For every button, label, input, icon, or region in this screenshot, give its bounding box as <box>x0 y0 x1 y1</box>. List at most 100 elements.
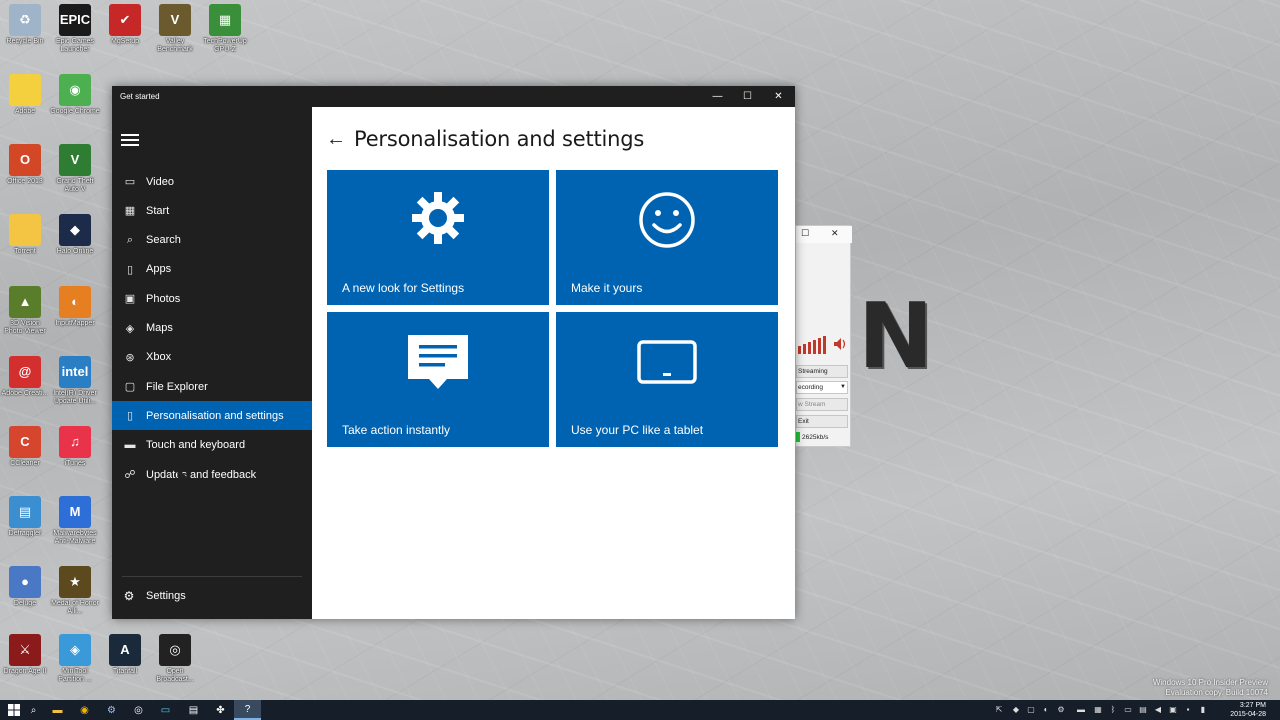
xbox-icon: ⊛ <box>125 351 135 364</box>
tray-app-icon[interactable]: ◆ <box>1011 705 1021 715</box>
tray-app-icon[interactable]: ▢ <box>1026 705 1036 715</box>
sidebar-item-settings[interactable]: ⚙ Settings <box>112 582 312 610</box>
tray-power-icon[interactable]: ▮ <box>1198 705 1208 715</box>
desktop-icon[interactable]: ♫ iTunes <box>50 426 100 468</box>
desktop-app-icon: ▲ <box>9 286 41 318</box>
get-started-window[interactable]: Get started — ☐ ✕ ▭ Video ▦ Start ⌕ Search ▯ Ap… <box>112 86 795 619</box>
sidebar-item-photos[interactable]: ▣ Photos <box>112 284 312 313</box>
sidebar-item-video[interactable]: ▭ Video <box>112 167 312 196</box>
desktop-icon[interactable]: M Malwarebytes Anti-Malware <box>50 496 100 546</box>
tray-bluetooth-icon[interactable]: ᛒ <box>1108 705 1118 715</box>
tile-label: Take action instantly <box>342 423 451 437</box>
desktop-icon[interactable]: Torrent <box>0 214 50 256</box>
taskbar-clock[interactable]: 3:27 PM 2015-04-28 <box>1230 701 1266 719</box>
desktop-icon[interactable]: ◆ Halo Online <box>50 214 100 256</box>
desktop-icon[interactable]: ● Deluge <box>0 566 50 608</box>
desktop-app-icon: ⚔ <box>9 634 41 666</box>
tile-take-action[interactable]: Take action instantly <box>327 312 549 447</box>
desktop-icon[interactable]: ▦ TechPowerUp GPU-Z <box>200 4 250 54</box>
desktop-icon[interactable]: V Valley Benchmark <box>150 4 200 54</box>
sidebar-item-start-grid[interactable]: ▦ Start <box>112 196 312 225</box>
tile-new-look-settings[interactable]: A new look for Settings <box>327 170 549 305</box>
tray-arrow-icon[interactable]: ⇱ <box>994 705 1004 715</box>
minimize-button[interactable]: — <box>702 86 733 107</box>
desktop-icon-label: Google Chrome <box>50 108 100 115</box>
taskbar-app-icon[interactable]: ◎ <box>125 700 152 720</box>
taskbar-get-started-icon[interactable]: ? <box>234 700 261 720</box>
desktop-icon[interactable]: A Titanfall <box>100 634 150 676</box>
desktop-icon[interactable]: ⚔ Dragon Age II <box>0 634 50 676</box>
obs-maximize-button[interactable]: ☐ <box>801 228 809 239</box>
hamburger-menu-icon[interactable] <box>121 134 139 146</box>
desktop-icon[interactable]: EPIC Epic Games Launcher <box>50 4 100 54</box>
obs-streaming-button[interactable]: Streaming <box>796 365 848 378</box>
sidebar-item-label: Start <box>146 204 170 217</box>
obs-window[interactable]: ☐ ✕ Streaming ecording ▼ w Stream Exit 2… <box>795 225 852 447</box>
taskbar-obs-icon[interactable]: ✤ <box>207 700 234 720</box>
taskbar-app-icon[interactable]: ▤ <box>180 700 207 720</box>
personalisation-icon: ▯ <box>126 410 134 423</box>
desktop-icon-label: Medal of Honor Alli... <box>51 600 99 615</box>
tile-pc-tablet[interactable]: Use your PC like a tablet <box>556 312 778 447</box>
tile-make-it-yours[interactable]: Make it yours <box>556 170 778 305</box>
obs-titlebar: ☐ ✕ <box>796 226 852 243</box>
sidebar-item-xbox[interactable]: ⊛ Xbox <box>112 343 312 372</box>
desktop-icon[interactable]: ◉ Google Chrome <box>50 74 100 116</box>
tray-language-icon[interactable]: ▪ <box>1183 705 1193 715</box>
watermark-line: Evaluation copy. Build 10074 <box>1165 688 1268 697</box>
feedback-icon: ☍ <box>124 469 136 481</box>
tray-steam-icon[interactable]: ⚙ <box>1056 705 1066 715</box>
sidebar-item-keyboard[interactable]: ▬ Touch and keyboard <box>112 431 312 460</box>
desktop-icon[interactable]: ★ Medal of Honor Alli... <box>50 566 100 616</box>
tray-app-icon[interactable]: ▬ <box>1076 705 1086 715</box>
sidebar-item-personalisation[interactable]: ▯ Personalisation and settings <box>112 401 312 431</box>
desktop-icon[interactable]: ▲ 3D Vision Photo Viewer <box>0 286 50 336</box>
desktop-icon[interactable]: intel Intel(R) Driver Update Utili... <box>50 356 100 406</box>
taskbar-chrome-icon[interactable]: ◉ <box>71 700 98 720</box>
desktop-icon[interactable]: ◐ InputMapper <box>50 286 100 328</box>
back-arrow-icon[interactable]: ← <box>326 127 346 151</box>
tray-action-center-icon[interactable]: ▣ <box>1168 705 1178 715</box>
sidebar-item-apps[interactable]: ▯ Apps <box>112 255 312 284</box>
desktop-app-icon: C <box>9 426 41 458</box>
tray-app-icon[interactable]: ◐ <box>1041 705 1051 715</box>
obs-close-button[interactable]: ✕ <box>831 228 839 239</box>
desktop-app-icon: ♻ <box>9 4 41 36</box>
desktop-icon-label: Defraggler <box>8 530 42 537</box>
desktop-icon-label: MiniTool Partition ... <box>58 668 92 683</box>
tray-keyboard-icon[interactable]: ▦ <box>1093 705 1103 715</box>
desktop-icon-label: Grand Theft Auto V <box>56 178 94 193</box>
taskbar-steam-icon[interactable]: ⚙ <box>98 700 125 720</box>
tray-monitor-icon[interactable]: ▭ <box>1123 705 1133 715</box>
desktop-icon[interactable]: ✔ MgSetup <box>100 4 150 46</box>
maximize-button[interactable]: ☐ <box>732 86 763 107</box>
desktop-icon[interactable]: V Grand Theft Auto V <box>50 144 100 194</box>
desktop-icon[interactable]: @ Adobe Creati... <box>0 356 50 398</box>
desktop-icon[interactable]: ◎ Open Broadcast... <box>150 634 200 684</box>
desktop-icon[interactable]: Adobe <box>0 74 50 116</box>
obs-preview-button[interactable]: w Stream <box>796 398 848 411</box>
desktop-app-icon: ♫ <box>59 426 91 458</box>
desktop-icon[interactable]: ▤ Defraggler <box>0 496 50 538</box>
desktop-icon[interactable]: O Office 2013 <box>0 144 50 186</box>
desktop-icon[interactable]: C CCleaner <box>0 426 50 468</box>
sidebar-item-label: Touch and keyboard <box>146 439 246 452</box>
taskbar-search-icon[interactable]: ⌕ <box>20 700 47 720</box>
sidebar-item-file-explorer[interactable]: ▢ File Explorer <box>112 372 312 401</box>
sidebar-item-maps[interactable]: ◈ Maps <box>112 314 312 343</box>
sidebar-item-label: Maps <box>146 322 173 334</box>
tray-volume-icon[interactable]: ◀ <box>1153 705 1163 715</box>
tray-network-icon[interactable]: ▤ <box>1138 705 1148 715</box>
desktop-icon[interactable]: ◈ MiniTool Partition ... <box>50 634 100 684</box>
obs-exit-button[interactable]: Exit <box>796 415 848 428</box>
sidebar-item-search[interactable]: ⌕ Search <box>112 226 312 255</box>
desktop-icon[interactable]: ♻ Recycle Bin <box>0 4 50 46</box>
obs-recording-select[interactable]: ecording ▼ <box>796 381 848 394</box>
video-icon: ▭ <box>124 176 136 188</box>
taskbar-store-icon[interactable]: ▭ <box>152 700 179 720</box>
close-button[interactable]: ✕ <box>763 86 794 107</box>
taskbar-file-explorer-icon[interactable]: ▬ <box>44 700 71 720</box>
sidebar: ▭ Video ▦ Start ⌕ Search ▯ Apps ▣ Photos ◈ Maps ⊛ Xbo… <box>112 107 312 619</box>
file-explorer-icon: ▢ <box>124 381 136 394</box>
sidebar-item-feedback[interactable]: ☍ Updates and feedback <box>112 460 312 489</box>
